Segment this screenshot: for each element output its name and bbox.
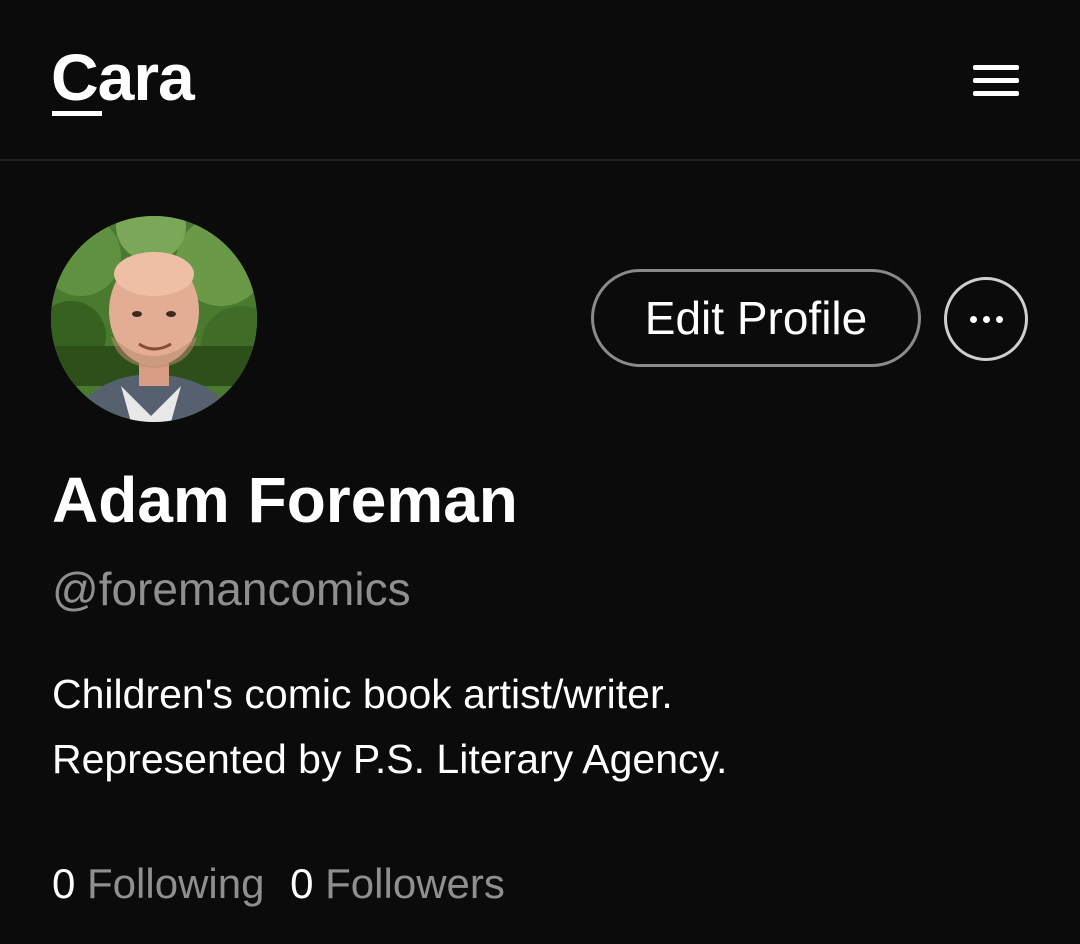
followers-count: 0 [290,860,314,907]
followers-link[interactable]: 0 Followers [290,860,505,907]
menu-line [973,78,1019,83]
profile-page: Cara Edit Profile Adam Foreman @foremanc… [0,0,1080,944]
logo-underline [52,111,102,116]
top-bar: Cara [0,0,1080,161]
more-options-icon[interactable] [944,277,1028,361]
following-link[interactable]: 0 Following [52,860,264,907]
avatar[interactable] [51,216,257,422]
dot [995,315,1003,323]
menu-line [973,65,1019,70]
cara-logo[interactable]: Cara [51,38,195,116]
following-count: 0 [52,860,76,907]
edit-profile-button[interactable]: Edit Profile [591,269,921,367]
dot [982,315,990,323]
display-name: Adam Foreman [52,464,518,536]
follow-stats: 0 Following 0 Followers [52,855,519,913]
followers-label: Followers [325,860,505,907]
hamburger-menu-icon[interactable] [970,62,1022,102]
menu-line [973,91,1019,96]
following-label: Following [87,860,265,907]
bio-line: Children's comic book artist/writer. [52,671,673,717]
username-handle: @foremancomics [52,563,411,615]
dot [969,315,977,323]
avatar-photo [51,216,257,422]
bio-line: Represented by P.S. Literary Agency. [52,736,728,782]
bio: Children's comic book artist/writer. Rep… [52,662,1032,792]
